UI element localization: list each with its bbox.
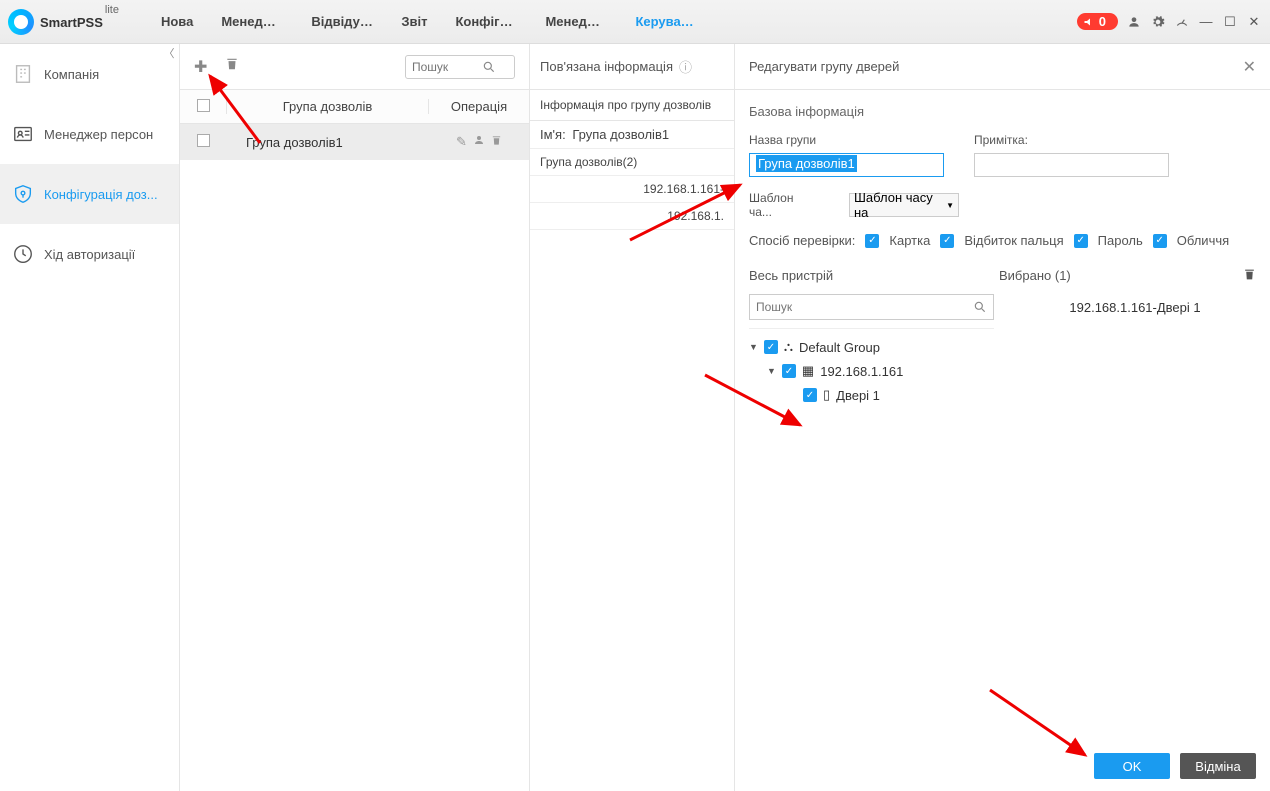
titlebar: SmartPSSlite Нова Менедже... Відвідува..… [0,0,1270,44]
permission-list-panel: ✚ Група дозволів Операція Група дозволів… [180,44,530,791]
tab-config[interactable]: Конфігур... [441,0,531,44]
sidebar-item-company[interactable]: Компанія [0,44,179,104]
device-tree: ▼✓⛬Default Group ▼✓▦192.168.1.161 ✓▯Двер… [749,328,994,407]
sidebar-item-person[interactable]: Менеджер персон [0,104,179,164]
row-checkbox[interactable] [197,134,210,147]
sidebar-item-auth[interactable]: Хід авторизації [0,224,179,284]
cb-face[interactable]: ✓ [1153,234,1167,248]
tabs: Нова Менедже... Відвідува... Звіт Конфіг… [147,0,712,44]
group-count[interactable]: Група дозволів(2) [530,149,734,176]
tree-door[interactable]: ✓▯Двері 1 [749,383,994,407]
search-box[interactable] [405,55,515,79]
select-all-checkbox[interactable] [197,99,210,112]
tree-device[interactable]: ▼✓▦192.168.1.161 [749,359,994,383]
maximize-icon[interactable]: ☐ [1222,14,1238,30]
shield-icon [12,183,34,205]
related-info-panel: Пов'язана інформаціяⓘ Інформація про гру… [530,44,735,791]
brand: SmartPSSlite [40,11,117,32]
tab-report[interactable]: Звіт [387,0,441,44]
sidebar: 〈 Компанія Менеджер персон Конфігурація … [0,44,180,791]
cb-finger[interactable]: ✓ [940,234,954,248]
table-row[interactable]: Група дозволів1 ✎ [180,124,529,160]
clock-icon [12,243,34,265]
person-card-icon [12,123,34,145]
alarm-badge[interactable]: 0 [1077,13,1118,30]
template-select[interactable]: Шаблон часу на▼ [849,193,959,217]
help-icon[interactable]: ⓘ [679,57,692,76]
edit-group-panel: Редагувати групу дверей✕ Базова інформац… [735,44,1270,791]
info-item[interactable]: 192.168.1. [530,203,734,230]
clear-selected-icon[interactable] [1243,268,1256,284]
delete-button[interactable] [225,57,239,76]
search-icon [973,300,987,314]
speed-icon[interactable] [1174,14,1190,30]
door-icon: ▯ [823,387,830,403]
group-name-input[interactable]: Група дозволів1 [749,153,944,177]
tab-control[interactable]: Керуванн... [621,0,711,44]
add-button[interactable]: ✚ [194,57,207,77]
device-icon: ▦ [802,363,814,379]
close-panel-icon[interactable]: ✕ [1243,57,1256,77]
tab-new[interactable]: Нова [147,0,207,44]
tree-root[interactable]: ▼✓⛬Default Group [749,335,994,359]
edit-icon[interactable]: ✎ [456,134,467,150]
tab-manage2[interactable]: Менедже... [531,0,621,44]
close-icon[interactable]: ✕ [1246,14,1262,30]
sidebar-item-permission[interactable]: Конфігурація доз... [0,164,179,224]
cancel-button[interactable]: Відміна [1180,753,1256,779]
user-icon[interactable] [1126,14,1142,30]
app-logo [8,9,34,35]
trash-icon[interactable] [491,134,502,150]
minimize-icon[interactable]: — [1198,14,1214,30]
user-icon[interactable] [473,134,485,150]
selected-item[interactable]: 192.168.1.161-Двері 1 [1014,294,1256,321]
sidebar-collapse[interactable]: 〈 [159,44,179,64]
table-header: Група дозволів Операція [180,90,529,124]
device-search[interactable] [749,294,994,320]
window-controls: 0 — ☐ ✕ [1077,13,1262,30]
device-search-input[interactable] [756,300,973,314]
org-icon: ⛬ [784,339,793,355]
building-icon [12,63,34,85]
note-input[interactable] [974,153,1169,177]
gear-icon[interactable] [1150,14,1166,30]
tab-manage1[interactable]: Менедже... [207,0,297,44]
ok-button[interactable]: OK [1094,753,1170,779]
search-input[interactable] [412,60,482,74]
tab-visit[interactable]: Відвідува... [297,0,387,44]
info-item[interactable]: 192.168.1.161- [530,176,734,203]
search-icon [482,60,496,74]
cb-card[interactable]: ✓ [865,234,879,248]
cb-pass[interactable]: ✓ [1074,234,1088,248]
